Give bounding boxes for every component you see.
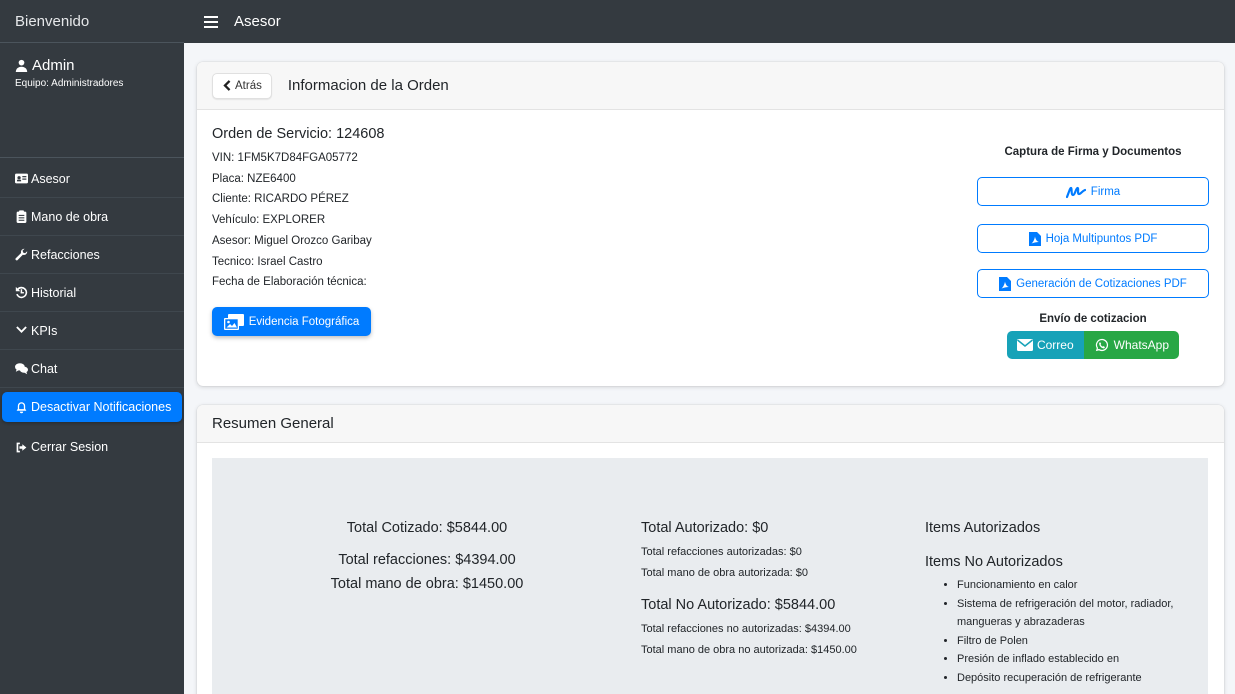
- refacciones-no-autorizadas: Total refacciones no autorizadas: $4394.…: [641, 623, 851, 635]
- list-item: Sistema de refrigeración del motor, radi…: [957, 595, 1185, 632]
- sidebar-item-refacciones[interactable]: Refacciones: [0, 236, 184, 274]
- list-item: Filtro de Polen: [957, 632, 1185, 651]
- id-card-icon: [15, 173, 28, 184]
- firma-button[interactable]: Firma: [977, 177, 1209, 206]
- sidebar-item-mano-de-obra[interactable]: Mano de obra: [0, 198, 184, 236]
- summary-panel: Total Cotizado: $5844.00 Total refaccion…: [212, 458, 1208, 694]
- total-cotizado: Total Cotizado: $5844.00: [346, 520, 508, 536]
- envelope-icon: [1016, 339, 1033, 351]
- photo-evidence-label: Evidencia Fotográfica: [248, 315, 360, 328]
- sidebar-item-label: Mano de obra: [31, 209, 109, 224]
- capture-section-title: Captura de Firma y Documentos: [1004, 146, 1182, 158]
- order-asesor: Asesor: Miguel Orozco Garibay: [212, 234, 372, 247]
- clipboard-icon: [16, 210, 27, 223]
- images-icon: [223, 313, 244, 330]
- list-item: Depósito recuperación de refrigerante: [957, 669, 1185, 688]
- user-name-row: Admin: [15, 57, 169, 74]
- summary-card: Resumen General Total Cotizado: $5844.00…: [197, 405, 1224, 694]
- topbar-title: Asesor: [234, 13, 281, 30]
- sidebar: Bienvenido Admin Equipo: Administradores…: [0, 0, 184, 694]
- items-autorizados-title: Items Autorizados: [925, 520, 1041, 536]
- sidebar-item-label: Desactivar Notificaciones: [31, 400, 172, 414]
- mano-obra-no-autorizada: Total mano de obra no autorizada: $1450.…: [641, 643, 857, 656]
- order-cliente: Cliente: RICARDO PÉREZ: [212, 193, 349, 206]
- sidebar-item-chat[interactable]: Chat: [0, 350, 184, 388]
- order-fecha: Fecha de Elaboración técnica:: [212, 276, 367, 289]
- cotizaciones-pdf-button[interactable]: Generación de Cotizaciones PDF: [977, 269, 1209, 298]
- photo-evidence-button[interactable]: Evidencia Fotográfica: [212, 307, 371, 336]
- total-refacciones: Total refacciones: $4394.00: [338, 552, 516, 568]
- sidebar-item-label: Refacciones: [31, 247, 100, 262]
- user-name: Admin: [32, 57, 75, 74]
- sidebar-item-desactivar-notificaciones[interactable]: Desactivar Notificaciones: [2, 392, 182, 422]
- user-panel: Admin Equipo: Administradores: [0, 43, 184, 158]
- total-no-autorizado: Total No Autorizado: $5844.00: [641, 597, 836, 613]
- order-tecnico: Tecnico: Israel Castro: [212, 255, 323, 268]
- multipuntos-label: Hoja Multipuntos PDF: [1045, 232, 1158, 245]
- chevron-left-icon: [223, 80, 231, 91]
- sidebar-item-cerrar-sesion[interactable]: Cerrar Sesion: [0, 428, 184, 466]
- order-card-title: Informacion de la Orden: [287, 77, 449, 94]
- order-info-card: Atrás Informacion de la Orden Orden de S…: [197, 62, 1224, 386]
- cotizaciones-label: Generación de Cotizaciones PDF: [1016, 277, 1187, 290]
- firma-label: Firma: [1090, 185, 1121, 198]
- summary-card-header: Resumen General: [197, 405, 1224, 443]
- history-icon: [15, 286, 28, 299]
- order-vin: VIN: 1FM5K7D84FGA05772: [212, 152, 358, 164]
- sidebar-item-asesor[interactable]: Asesor: [0, 160, 184, 198]
- user-team: Equipo: Administradores: [15, 78, 124, 89]
- authorization-column: Total Autorizado: $0 Total refacciones a…: [641, 520, 857, 660]
- totals-column: Total Cotizado: $5844.00 Total refaccion…: [212, 520, 642, 596]
- file-pdf-icon: [1028, 231, 1041, 246]
- user-icon: [15, 59, 28, 72]
- chat-icon: [15, 363, 28, 375]
- sidebar-item-historial[interactable]: Historial: [0, 274, 184, 312]
- correo-button[interactable]: Correo: [1006, 331, 1084, 359]
- brand-title[interactable]: Bienvenido: [0, 0, 184, 43]
- sign-out-icon: [16, 442, 27, 452]
- sidebar-nav: Asesor Mano de obra Refacciones Historia…: [0, 158, 184, 466]
- whatsapp-icon: [1095, 338, 1108, 352]
- list-item: Presión de inflado establecido en: [957, 650, 1185, 669]
- whatsapp-label: WhatsApp: [1113, 338, 1170, 352]
- mano-obra-autorizada: Total mano de obra autorizada: $0: [641, 566, 808, 579]
- total-autorizado: Total Autorizado: $0: [641, 520, 769, 536]
- signature-icon: [1065, 186, 1086, 198]
- order-details: Orden de Servicio: 124608 VIN: 1FM5K7D84…: [212, 126, 385, 293]
- sidebar-item-kpis[interactable]: KPIs: [0, 312, 184, 350]
- sidebar-item-label: Cerrar Sesion: [31, 440, 109, 454]
- whatsapp-button[interactable]: WhatsApp: [1083, 331, 1180, 359]
- order-card-header: Atrás Informacion de la Orden: [197, 62, 1224, 110]
- correo-label: Correo: [1036, 338, 1074, 352]
- sidebar-item-label: Historial: [31, 285, 77, 300]
- sidebar-item-label: KPIs: [31, 323, 58, 338]
- order-number: Orden de Servicio: 124608: [212, 126, 385, 142]
- summary-card-title: Resumen General: [212, 415, 334, 432]
- sidebar-item-label: Asesor: [31, 171, 70, 186]
- send-button-group: Correo WhatsApp: [977, 331, 1209, 359]
- items-column: Items Autorizados Items No Autorizados F…: [925, 520, 1185, 687]
- bell-icon: [16, 401, 27, 413]
- envio-section-title: Envío de cotizacion: [1039, 313, 1147, 325]
- documents-panel: Captura de Firma y Documentos Firma Hoja…: [977, 146, 1209, 359]
- wrench-icon: [15, 248, 28, 261]
- back-button[interactable]: Atrás: [212, 72, 272, 99]
- items-no-autorizados-list: Funcionamiento en calor Sistema de refri…: [925, 576, 1185, 687]
- list-item: Funcionamiento en calor: [957, 576, 1185, 595]
- items-no-autorizados-title: Items No Autorizados: [925, 554, 1063, 570]
- top-navbar: Asesor: [184, 0, 1235, 43]
- order-vehiculo: Vehículo: EXPLORER: [212, 214, 326, 227]
- chevron-down-icon: [16, 326, 27, 333]
- sidebar-item-label: Chat: [31, 361, 58, 376]
- multipuntos-pdf-button[interactable]: Hoja Multipuntos PDF: [977, 224, 1209, 253]
- back-button-label: Atrás: [235, 79, 262, 92]
- file-pdf-icon: [999, 276, 1012, 291]
- refacciones-autorizadas: Total refacciones autorizadas: $0: [641, 546, 802, 558]
- order-placa: Placa: NZE6400: [212, 172, 296, 185]
- total-mano-obra: Total mano de obra: $1450.00: [330, 576, 524, 592]
- menu-toggle-icon[interactable]: [204, 15, 218, 28]
